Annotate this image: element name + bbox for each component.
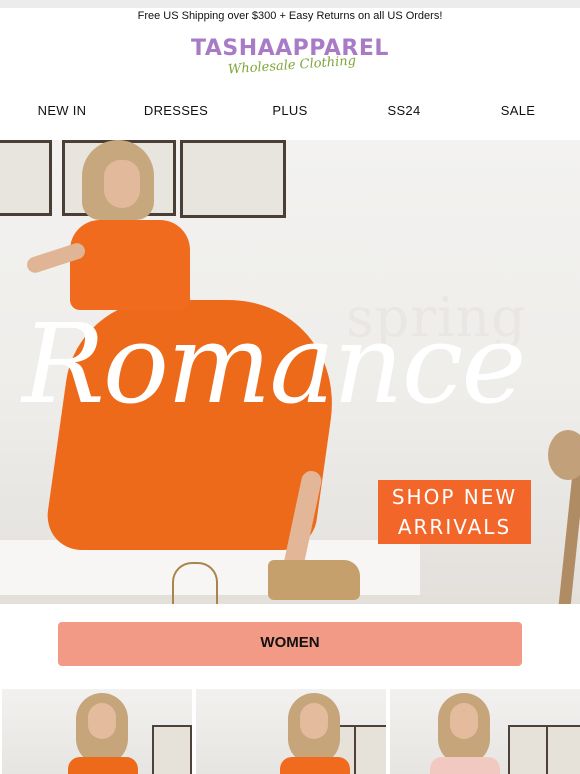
model-dress: [280, 757, 350, 774]
cta-line-2: ARRIVALS: [397, 515, 512, 539]
chair: [548, 430, 580, 480]
model-face: [300, 703, 328, 739]
product-thumbnail[interactable]: [196, 689, 386, 774]
nav-item-plus[interactable]: PLUS: [240, 103, 340, 118]
wall-frame: [508, 725, 548, 774]
model-face: [450, 703, 478, 739]
wall-frame: [152, 725, 192, 774]
wall-frame: [0, 140, 52, 216]
wall-frame: [354, 725, 386, 774]
model-shoe: [268, 560, 360, 600]
chair-leg: [558, 459, 580, 604]
handbag-strap: [172, 562, 218, 604]
brand-logo[interactable]: TASHAAPPAREL Wholesale Clothing: [0, 36, 580, 80]
women-category-button[interactable]: WOMEN: [58, 622, 522, 666]
nav-item-dresses[interactable]: DRESSES: [126, 103, 226, 118]
model-face: [88, 703, 116, 739]
shop-new-arrivals-button[interactable]: SHOP NEW ARRIVALS: [378, 480, 531, 544]
wall-frame: [546, 725, 580, 774]
model-dress: [68, 757, 138, 774]
model-face: [104, 160, 140, 208]
nav-item-sale[interactable]: SALE: [468, 103, 568, 118]
main-nav: NEW IN DRESSES PLUS SS24 SALE: [0, 103, 580, 121]
cta-line-1: SHOP NEW: [391, 485, 518, 509]
product-thumbnail[interactable]: [390, 689, 580, 774]
nav-item-ss24[interactable]: SS24: [354, 103, 454, 118]
top-strip: [0, 0, 580, 8]
nav-item-new-in[interactable]: NEW IN: [12, 103, 112, 118]
model-dress-top: [70, 220, 190, 310]
wall-frame: [180, 140, 286, 218]
announcement-bar: Free US Shipping over $300 + Easy Return…: [137, 10, 443, 22]
model-dress: [430, 757, 500, 774]
product-thumbnail[interactable]: [2, 689, 192, 774]
hero-headline-large: Romance: [22, 300, 526, 428]
hero-banner[interactable]: spring Romance SHOP NEW ARRIVALS: [0, 140, 580, 604]
